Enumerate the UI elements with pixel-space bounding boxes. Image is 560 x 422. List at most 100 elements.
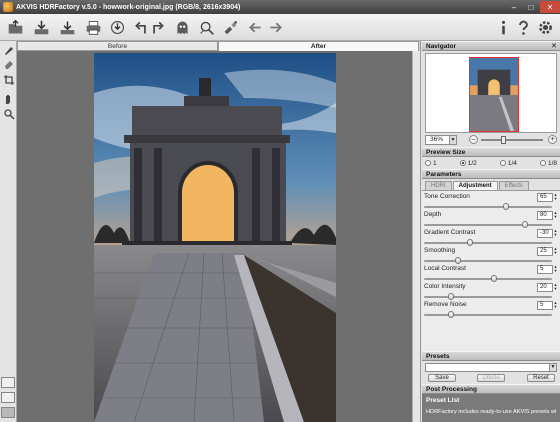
eraser-icon[interactable] [2,57,15,70]
tab-effects[interactable]: Effects [498,181,529,190]
share-icon[interactable] [107,18,127,36]
window-title: AKVIS HDRFactory v.5.0 - howwork-origina… [16,3,241,11]
radio-button-selected[interactable] [459,160,466,166]
close-icon[interactable]: ✕ [551,42,557,51]
zoom-controls: 36% ▼ – + [425,135,557,145]
tab-adjustment[interactable]: Adjustment [452,181,498,190]
zoom-slider-track[interactable] [481,139,543,141]
param-value-input[interactable]: 20 [537,283,553,292]
param-label: Tone Correction [424,193,470,200]
save-icon[interactable] [31,18,51,36]
title-bar: AKVIS HDRFactory v.5.0 - howwork-origina… [0,0,560,14]
param-slider-track[interactable] [424,296,552,298]
radio-label: 1/4 [507,159,517,167]
param-value-input[interactable]: 80 [537,211,553,220]
param-slider-track[interactable] [424,260,552,262]
zoom-select[interactable]: 36% ▼ [425,135,457,145]
zoom-icon[interactable] [2,107,15,120]
background-color-swatch[interactable] [1,377,15,388]
preview-size-1-4[interactable]: 1/4 [499,158,517,168]
preview-size-1-8[interactable]: 1/8 [539,158,557,168]
spinner-arrows-icon[interactable]: ▲ ▼ [553,301,558,310]
save-preset-button[interactable]: Save [428,374,456,382]
param-gradient-contrast: Gradient Contrast -30 ▲ ▼ [424,229,558,247]
minimize-button[interactable]: – [506,1,522,13]
param-slider-track[interactable] [424,314,552,316]
parameters-header[interactable]: Parameters [422,169,560,179]
param-slider-handle[interactable] [491,275,497,282]
presets-header[interactable]: Presets [422,351,560,361]
param-slider-handle[interactable] [448,311,454,318]
help-icon[interactable] [513,18,533,36]
param-label: Gradient Contrast [424,229,476,236]
reset-ghost-icon[interactable] [172,18,192,36]
param-color-intensity: Color Intensity 20 ▲ ▼ [424,283,558,301]
param-slider-track[interactable] [424,242,552,244]
spinner-arrows-icon[interactable]: ▲ ▼ [553,283,558,292]
hand-icon[interactable] [2,92,15,105]
radio-button[interactable] [425,160,431,166]
param-slider-track[interactable] [424,206,552,208]
preview-size-1-2[interactable]: 1/2 [459,158,477,168]
forward-arrow-icon[interactable] [265,18,285,36]
open-icon[interactable] [5,18,25,36]
radio-button[interactable] [499,160,506,166]
reset-preset-button[interactable]: Reset [527,374,555,382]
crop-icon[interactable] [2,73,15,86]
chevron-down-icon[interactable]: ▼ [449,136,456,144]
zoom-in-button[interactable]: + [548,135,557,144]
delete-preset-button[interactable]: Delete [477,374,505,382]
spinner-arrows-icon[interactable]: ▲ ▼ [553,265,558,274]
info-icon[interactable] [493,18,513,36]
zoom-out-button[interactable]: – [469,135,478,144]
save-down-icon[interactable] [57,18,77,36]
print-icon[interactable] [83,18,103,36]
main-toolbar [0,14,560,41]
zoom-slider-handle[interactable] [501,136,506,144]
image-canvas[interactable] [17,51,412,422]
param-smoothing: Smoothing 25 ▲ ▼ [424,247,558,265]
preview-size-1[interactable]: 1 [425,158,437,168]
tab-hdri[interactable]: HDRI [425,181,452,190]
param-value-input[interactable]: 65 [537,193,553,202]
spinner-arrows-icon[interactable]: ▲ ▼ [553,193,558,202]
tab-before[interactable]: Before [17,41,218,51]
redo-icon[interactable] [147,18,167,36]
maximize-button[interactable]: □ [523,1,539,13]
swap-colors-icon[interactable] [1,392,15,403]
preview-size-header[interactable]: Preview Size [422,147,560,157]
navigator-preview[interactable] [425,53,557,133]
foreground-color-swatch[interactable] [1,407,15,418]
param-slider-track[interactable] [424,224,552,226]
chevron-down-icon[interactable]: ▼ [549,364,556,371]
preview-size-title: Preview Size [426,149,466,156]
param-slider-handle[interactable] [503,203,509,210]
batch-icon[interactable] [196,18,216,36]
param-remove-noise: Remove Noise 5 ▲ ▼ [424,301,558,319]
param-value-input[interactable]: 25 [537,247,553,256]
param-slider-handle[interactable] [448,293,454,300]
tab-after[interactable]: After [218,41,419,51]
brush-icon[interactable] [2,43,15,56]
navigator-title: Navigator [426,43,456,50]
back-arrow-icon[interactable] [245,18,265,36]
navigator-header[interactable]: Navigator ✕ [422,41,560,51]
param-value-input[interactable]: 5 [537,301,553,310]
param-slider-handle[interactable] [522,221,528,228]
param-slider-handle[interactable] [467,239,473,246]
spinner-arrows-icon[interactable]: ▲ ▼ [553,211,558,220]
settings-icon[interactable] [535,18,555,36]
param-label: Local Contrast [424,265,466,272]
param-value-input[interactable]: 5 [537,265,553,274]
param-value-input[interactable]: -30 [537,229,553,238]
spinner-arrows-icon[interactable]: ▲ ▼ [553,247,558,256]
spinner-arrows-icon[interactable]: ▲ ▼ [553,229,558,238]
canvas-scrollbar[interactable] [412,51,420,422]
close-button[interactable]: ✕ [540,1,560,13]
radio-button[interactable] [539,160,546,166]
post-processing-header[interactable]: Post Processing [422,384,560,394]
preset-select[interactable]: ▼ [425,363,557,372]
param-slider-handle[interactable] [455,257,461,264]
plugin-icon[interactable] [220,18,240,36]
param-slider-track[interactable] [424,278,552,280]
